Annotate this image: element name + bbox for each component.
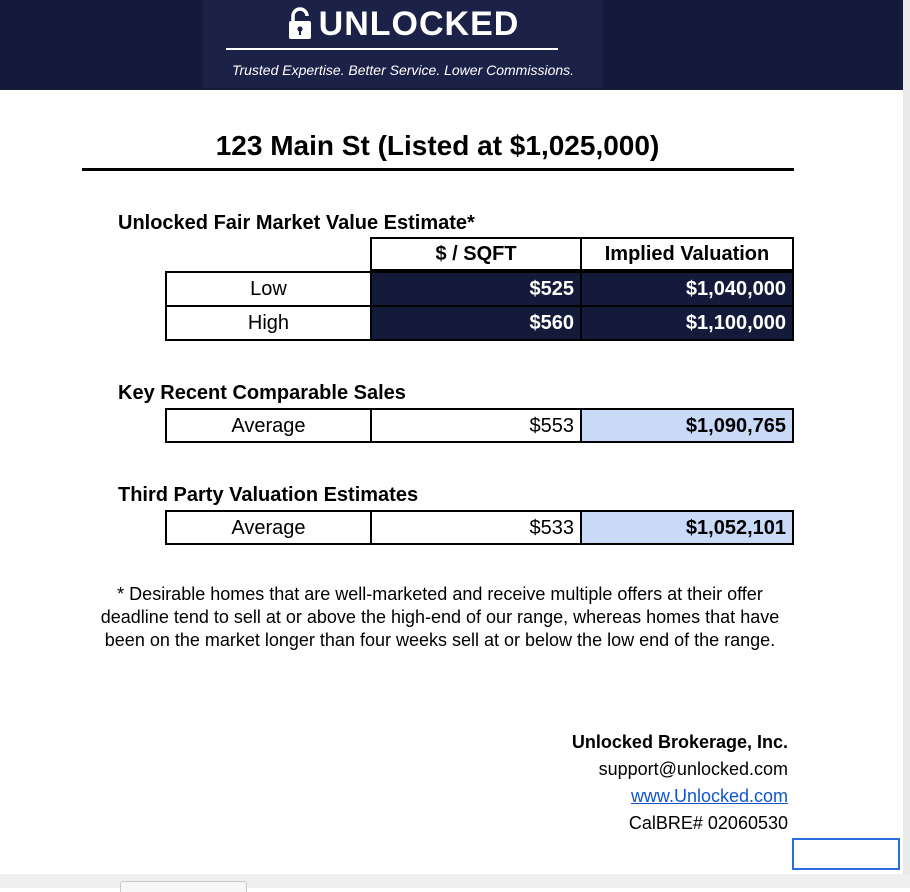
sheet-tab[interactable] [120,881,247,892]
page-title: 123 Main St (Listed at $1,025,000) [215,130,660,161]
low-per-sqft: $525 [370,271,582,307]
third-party-per-sqft: $533 [370,510,582,545]
third-party-valuation: $1,052,101 [580,510,794,545]
brand-tagline: Trusted Expertise. Better Service. Lower… [231,62,575,78]
low-valuation: $1,040,000 [580,271,794,307]
fair-market-heading: Unlocked Fair Market Value Estimate* [118,212,475,234]
header-banner: UNLOCKED Trusted Expertise. Better Servi… [0,0,903,90]
footnote: * Desirable homes that are well-marketed… [100,584,780,650]
lock-icon [288,7,311,39]
title-underline [82,168,794,171]
support-email: support@unlocked.com [598,759,788,779]
comparable-average-label: Average [165,408,372,443]
comparable-per-sqft: $553 [370,408,582,443]
high-per-sqft: $560 [370,305,582,341]
comparable-sales-heading: Key Recent Comparable Sales [118,382,406,404]
col-header-implied-valuation: Implied Valuation [580,237,794,271]
selected-cell[interactable] [792,838,900,870]
col-header-per-sqft: $ / SQFT [370,237,582,271]
right-scroll-gutter[interactable] [903,0,910,888]
brand-name: UNLOCKED [318,4,520,43]
third-party-heading: Third Party Valuation Estimates [118,484,419,506]
website-link[interactable]: www.Unlocked.com [631,786,788,807]
row-label-high: High [165,305,372,341]
comparable-valuation: $1,090,765 [580,408,794,443]
license-number: CalBRE# 02060530 [628,813,788,833]
brand-logo: UNLOCKED Trusted Expertise. Better Servi… [203,0,603,88]
company-name: Unlocked Brokerage, Inc. [571,732,788,752]
row-label-low: Low [165,271,372,307]
third-party-average-label: Average [165,510,372,545]
logo-divider [226,48,558,50]
high-valuation: $1,100,000 [580,305,794,341]
